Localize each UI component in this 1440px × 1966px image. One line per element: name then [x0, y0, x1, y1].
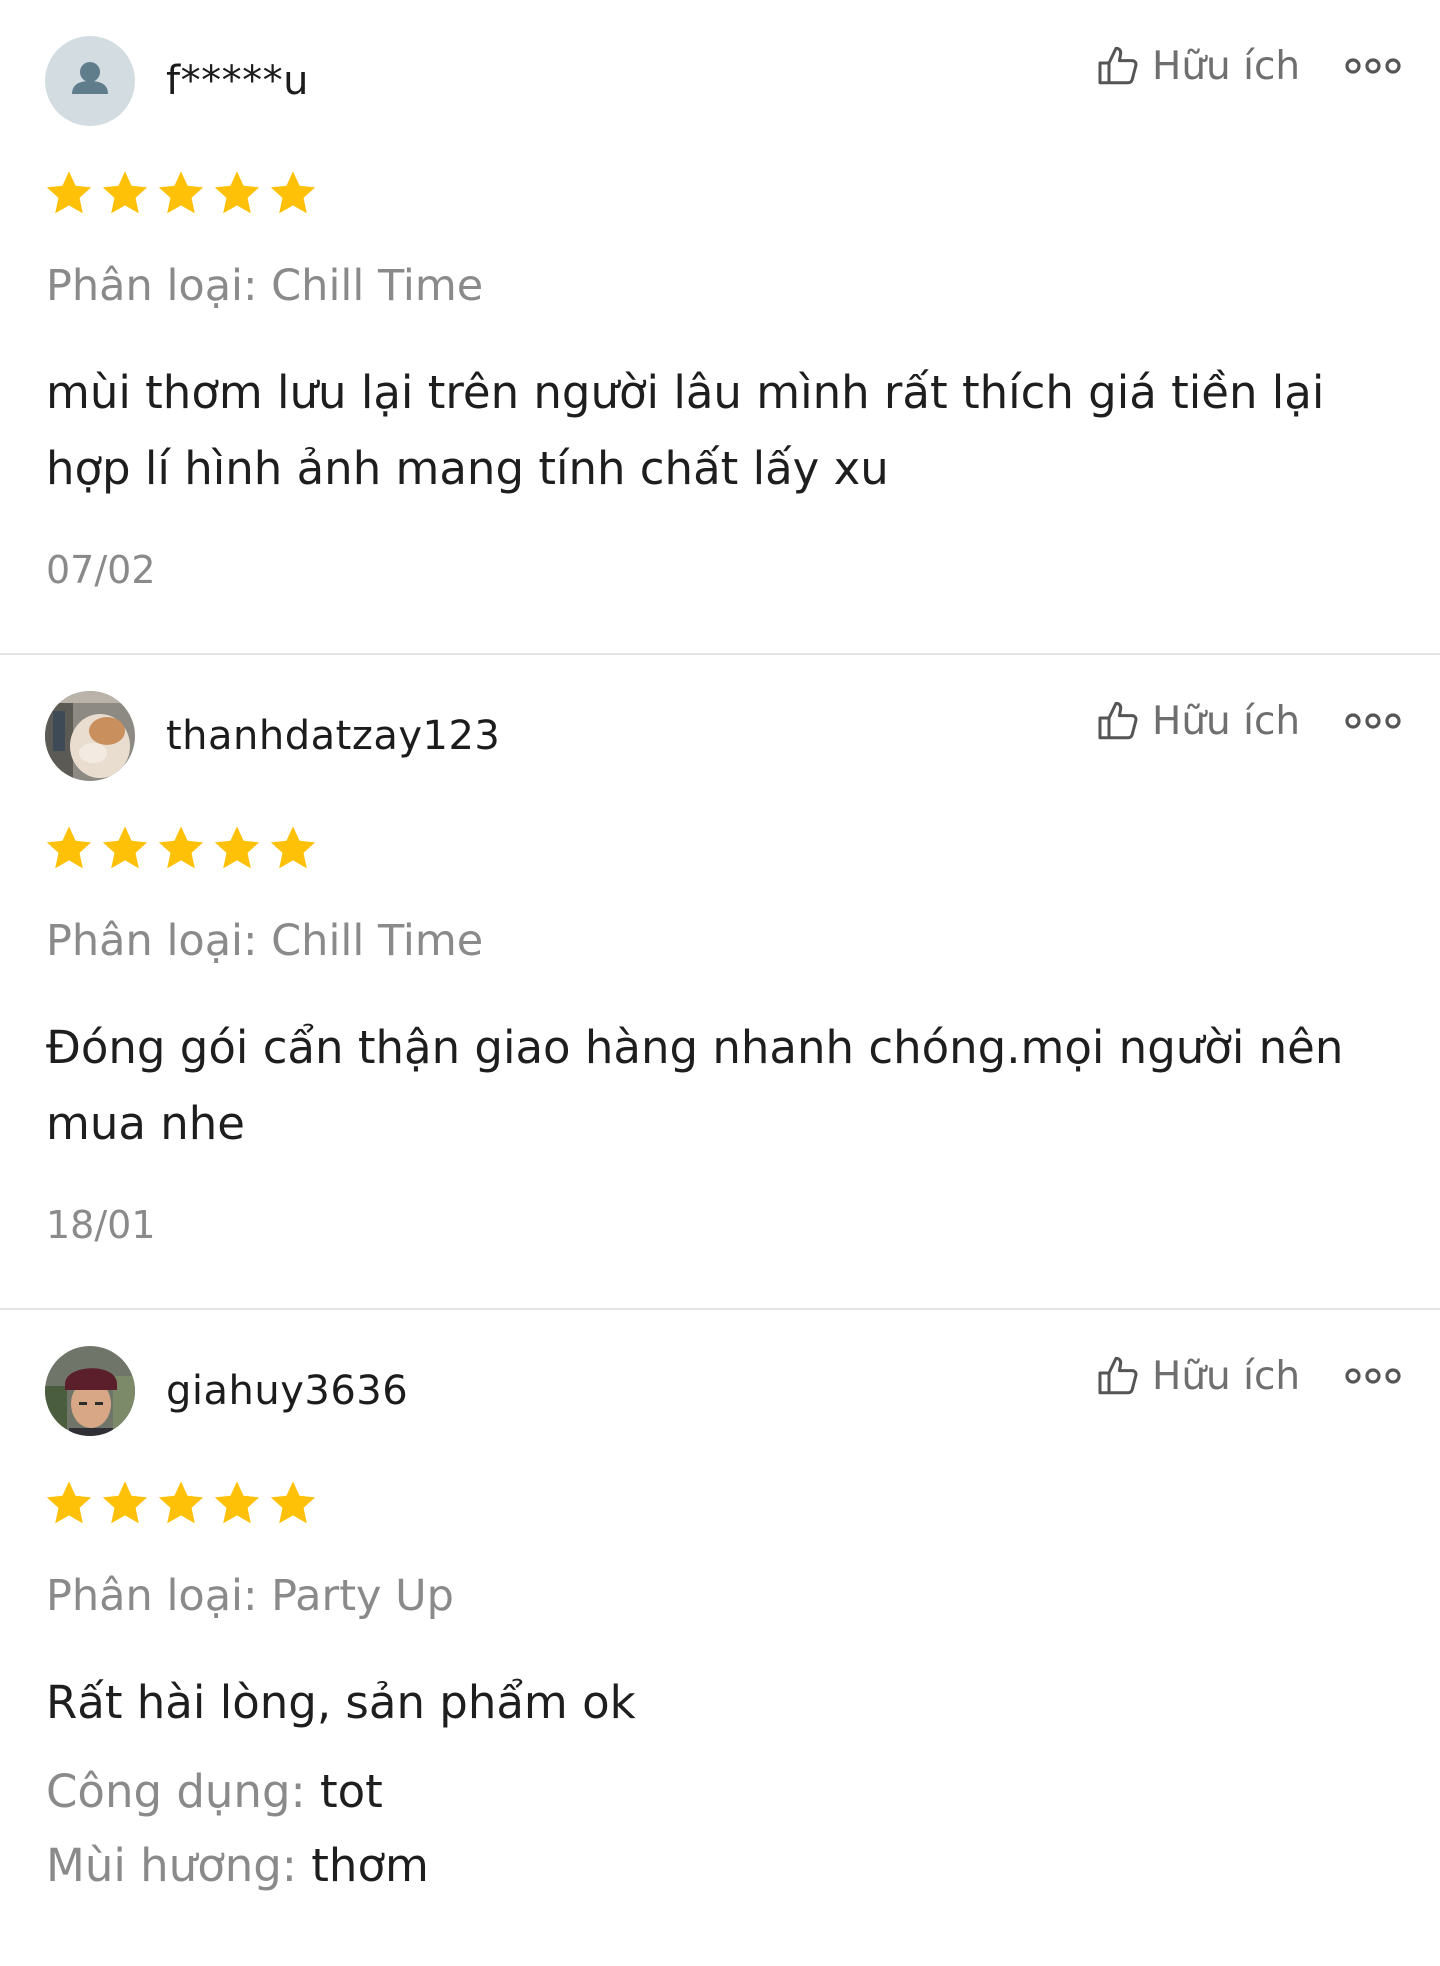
- star-icon: [100, 168, 150, 218]
- more-options-icon[interactable]: [1344, 707, 1402, 735]
- avatar[interactable]: [45, 691, 135, 781]
- star-icon: [268, 1478, 318, 1528]
- review-comment: mùi thơm lưu lại trên người lâu mình rất…: [46, 355, 1396, 507]
- reviewer-name: f*****u: [166, 58, 309, 104]
- star-icon: [44, 823, 94, 873]
- star-icon: [100, 823, 150, 873]
- comment-line: hợp lí hình ảnh mang tính chất lấy xu: [46, 442, 889, 495]
- avatar-photo: [45, 1346, 135, 1436]
- avatar[interactable]: [45, 36, 135, 126]
- more-options-icon[interactable]: [1344, 1362, 1402, 1390]
- helpful-label: Hữu ích: [1152, 43, 1301, 89]
- variant-label: Phân loại: Chill Time: [46, 261, 484, 311]
- star-icon: [212, 823, 262, 873]
- attribute-key: Công dụng:: [46, 1765, 320, 1818]
- review-date: 18/01: [46, 1203, 156, 1247]
- star-icon: [44, 168, 94, 218]
- star-rating: [44, 823, 324, 873]
- variant-label: Phân loại: Party Up: [46, 1571, 454, 1621]
- reviewer-name: thanhdatzay123: [166, 713, 501, 759]
- helpful-button[interactable]: Hữu ích: [1094, 693, 1300, 749]
- review-attribute: Mùi hương: thơm: [46, 1836, 429, 1896]
- star-rating: [44, 168, 324, 218]
- helpful-button[interactable]: Hữu ích: [1094, 1348, 1300, 1404]
- review-attribute: Công dụng: tot: [46, 1762, 383, 1822]
- variant-label: Phân loại: Chill Time: [46, 916, 484, 966]
- comment-line: Đóng gói cẩn thận giao hàng nhanh chóng.…: [46, 1021, 1344, 1074]
- star-icon: [212, 168, 262, 218]
- review-card: thanhdatzay123 Hữu ích Phân loại: Chill …: [0, 655, 1440, 1310]
- thumbs-up-icon: [1094, 1352, 1142, 1400]
- thumbs-up-icon: [1094, 42, 1142, 90]
- star-icon: [156, 168, 206, 218]
- thumbs-up-icon: [1094, 697, 1142, 745]
- attribute-value: tot: [319, 1765, 383, 1818]
- star-icon: [156, 1478, 206, 1528]
- star-icon: [100, 1478, 150, 1528]
- comment-line: mua nhe: [46, 1097, 245, 1150]
- star-icon: [268, 823, 318, 873]
- helpful-button[interactable]: Hữu ích: [1094, 38, 1300, 94]
- review-comment: Đóng gói cẩn thận giao hàng nhanh chóng.…: [46, 1010, 1396, 1162]
- helpful-label: Hữu ích: [1152, 698, 1301, 744]
- avatar[interactable]: [45, 1346, 135, 1436]
- review-card: f*****u Hữu ích Phân loại: Chill Time mù…: [0, 0, 1440, 655]
- review-comment: Rất hài lòng, sản phẩm ok: [46, 1665, 1396, 1741]
- helpful-label: Hữu ích: [1152, 1353, 1301, 1399]
- more-options-icon[interactable]: [1344, 52, 1402, 80]
- star-icon: [156, 823, 206, 873]
- star-rating: [44, 1478, 324, 1528]
- attribute-value: thơm: [311, 1839, 429, 1892]
- star-icon: [44, 1478, 94, 1528]
- comment-line: mùi thơm lưu lại trên người lâu mình rất…: [46, 366, 1325, 419]
- review-card: giahuy3636 Hữu ích Phân loại: Party Up R…: [0, 1310, 1440, 1966]
- attribute-key: Mùi hương:: [46, 1839, 312, 1892]
- reviewer-name: giahuy3636: [166, 1368, 409, 1414]
- star-icon: [212, 1478, 262, 1528]
- user-icon: [72, 62, 108, 94]
- avatar-photo: [45, 691, 135, 781]
- comment-line: Rất hài lòng, sản phẩm ok: [46, 1676, 636, 1729]
- star-icon: [268, 168, 318, 218]
- review-date: 07/02: [46, 548, 156, 592]
